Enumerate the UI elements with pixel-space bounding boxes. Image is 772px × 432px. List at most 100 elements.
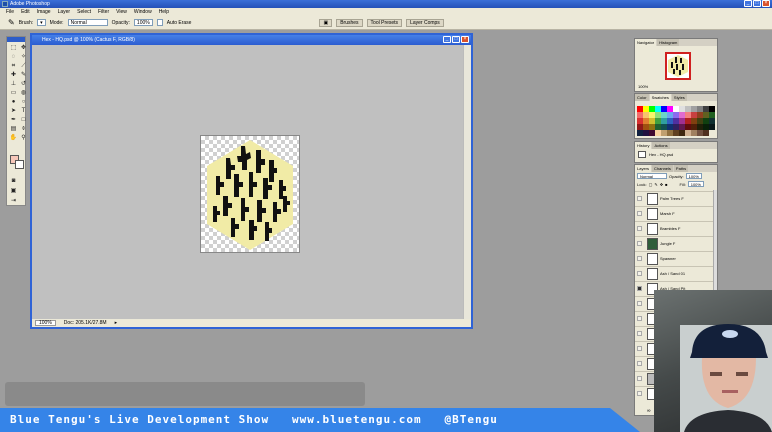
background-color[interactable] — [15, 160, 24, 169]
auto-erase-label: Auto Erase — [166, 19, 192, 26]
brush-tool-icon[interactable]: ✎ — [8, 18, 15, 27]
color-swatch[interactable] — [703, 130, 709, 136]
brush-preset-picker[interactable]: ▾ — [37, 19, 46, 26]
tab-paths[interactable]: Paths — [673, 165, 689, 172]
document-canvas-area[interactable] — [32, 45, 463, 321]
menu-filter[interactable]: Filter — [98, 8, 109, 16]
menu-edit[interactable]: Edit — [21, 8, 30, 16]
doc-minimize-button[interactable]: _ — [443, 36, 451, 43]
pen-tool-icon[interactable]: ✒ — [9, 116, 18, 124]
layer-row[interactable]: Palm Trees F — [635, 191, 717, 206]
tab-layers[interactable]: Layers — [635, 165, 652, 172]
tab-history[interactable]: History — [635, 142, 652, 149]
tab-actions[interactable]: Actions — [652, 142, 670, 149]
brush-tool-icon[interactable]: ✎ — [19, 71, 28, 79]
tab-brushes[interactable]: Brushes — [336, 18, 363, 27]
tab-tool-presets[interactable]: Tool Presets — [366, 18, 403, 27]
mode-select[interactable]: Normal — [67, 19, 108, 26]
navigator-thumbnail[interactable] — [665, 52, 691, 80]
stamp-tool-icon[interactable]: ⊥ — [9, 80, 18, 88]
visibility-eye-icon[interactable] — [637, 286, 642, 291]
dodge-tool-icon[interactable]: ○ — [19, 98, 28, 106]
tab-histogram[interactable]: Histogram — [657, 39, 680, 46]
quick-mask-icon[interactable]: ◙ — [9, 177, 18, 185]
notes-tool-icon[interactable]: ▤ — [9, 125, 18, 133]
visibility-toggle[interactable] — [637, 271, 642, 276]
tab-swatches[interactable]: Swatches — [649, 94, 671, 101]
document-vertical-scrollbar[interactable] — [463, 45, 471, 321]
close-button[interactable]: × — [762, 0, 770, 7]
lock-position-icon[interactable]: ✥ — [660, 182, 663, 187]
tab-layer-comps[interactable]: Layer Comps — [406, 18, 444, 27]
minimize-button[interactable]: _ — [744, 0, 752, 7]
visibility-toggle[interactable] — [637, 196, 642, 201]
fill-input[interactable]: 100% — [687, 181, 704, 187]
history-item[interactable]: Hex - HQ.psd — [638, 151, 673, 158]
visibility-toggle[interactable] — [637, 301, 642, 306]
layer-row[interactable]: Brambles F — [635, 221, 717, 236]
eyedropper-tool-icon[interactable]: ⌽ — [19, 125, 28, 133]
bucket-tool-icon[interactable]: ◍ — [19, 89, 28, 97]
visibility-toggle[interactable] — [637, 361, 642, 366]
visibility-toggle[interactable] — [637, 241, 642, 246]
zoom-field[interactable]: 100% — [35, 320, 56, 326]
layer-row[interactable]: Spawner — [635, 251, 717, 266]
menu-select[interactable]: Select — [77, 8, 91, 16]
auto-erase-checkbox[interactable] — [156, 19, 163, 26]
lock-all-icon[interactable]: ■ — [665, 182, 667, 187]
eraser-tool-icon[interactable]: ▭ — [9, 89, 18, 97]
jump-to-imageready-icon[interactable]: ⇥ — [9, 197, 18, 205]
visibility-toggle[interactable] — [637, 256, 642, 261]
tab-color[interactable]: Color — [635, 94, 649, 101]
magic-wand-tool-icon[interactable]: ✧ — [19, 53, 28, 61]
color-swatch[interactable] — [709, 124, 715, 130]
menu-layer[interactable]: Layer — [58, 8, 71, 16]
status-menu-arrow-icon[interactable]: ▸ — [115, 320, 118, 326]
layer-opacity-input[interactable]: 100% — [685, 173, 702, 179]
move-tool-icon[interactable]: ✥ — [19, 44, 28, 52]
type-tool-icon[interactable]: T — [19, 107, 28, 115]
lock-image-icon[interactable]: ✎ — [654, 182, 657, 187]
slice-tool-icon[interactable]: ⟋ — [19, 62, 28, 70]
visibility-toggle[interactable] — [637, 331, 642, 336]
menu-image[interactable]: Image — [37, 8, 51, 16]
menu-file[interactable]: File — [6, 8, 14, 16]
doc-maximize-button[interactable]: □ — [452, 36, 460, 43]
document-title-bar[interactable]: Hex - HQ.psd @ 100% (Cactus F, RGB/8) _ … — [32, 35, 471, 45]
marquee-tool-icon[interactable]: ⬚ — [9, 44, 18, 52]
visibility-toggle[interactable] — [637, 316, 642, 321]
blur-tool-icon[interactable]: ● — [9, 98, 18, 106]
menu-view[interactable]: View — [116, 8, 127, 16]
tab-channels[interactable]: Channels — [652, 165, 673, 172]
tab-styles[interactable]: Styles — [671, 94, 687, 101]
visibility-toggle[interactable] — [637, 226, 642, 231]
visibility-toggle[interactable] — [637, 376, 642, 381]
layer-row[interactable]: Ash / Sand 01 — [635, 266, 717, 281]
doc-close-button[interactable]: × — [461, 36, 469, 43]
screen-mode-icon[interactable]: ▣ — [9, 187, 18, 195]
shape-tool-icon[interactable]: □ — [19, 116, 28, 124]
visibility-toggle[interactable] — [637, 346, 642, 351]
visibility-toggle[interactable] — [637, 211, 642, 216]
menu-help[interactable]: Help — [159, 8, 169, 16]
hand-tool-icon[interactable]: ✋ — [9, 134, 18, 142]
layer-row[interactable]: Marsh F — [635, 206, 717, 221]
navigator-zoom[interactable]: 100% — [638, 84, 648, 89]
link-layers-icon[interactable]: ∞ — [647, 408, 651, 414]
history-brush-icon[interactable]: ↺ — [19, 80, 28, 88]
lock-transparency-icon[interactable]: ▢ — [649, 182, 653, 187]
zoom-tool-icon[interactable]: ⚲ — [19, 134, 28, 142]
visibility-toggle[interactable] — [637, 391, 642, 396]
menu-window[interactable]: Window — [134, 8, 152, 16]
maximize-button[interactable]: □ — [753, 0, 761, 7]
layer-row[interactable]: Jungle F — [635, 236, 717, 251]
blend-mode-select[interactable]: Normal — [637, 173, 667, 179]
opacity-input[interactable]: 100% — [133, 19, 153, 26]
lasso-tool-icon[interactable]: ◌ — [9, 53, 18, 61]
crop-tool-icon[interactable]: ⌗ — [9, 62, 18, 70]
healing-tool-icon[interactable]: ✚ — [9, 71, 18, 79]
tab-navigator[interactable]: Navigator — [635, 39, 657, 46]
palette-well-icon[interactable]: ▣ — [319, 18, 333, 27]
path-select-icon[interactable]: ➤ — [9, 107, 18, 115]
image-canvas[interactable] — [200, 135, 300, 253]
